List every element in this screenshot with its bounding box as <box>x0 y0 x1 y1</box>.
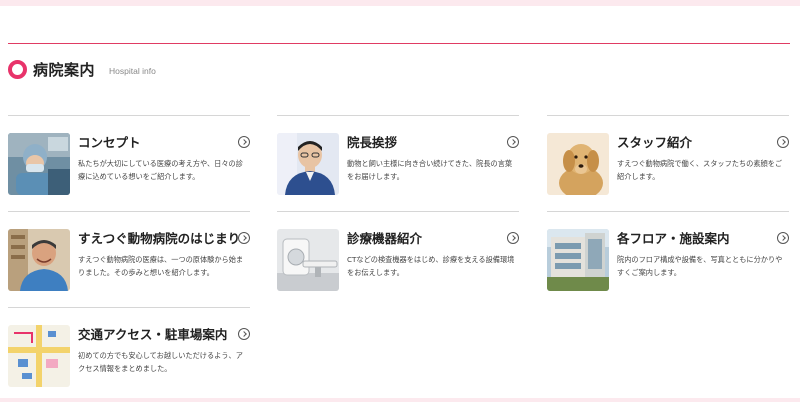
card-access[interactable]: 交通アクセス・駐車場案内 初めての方でも安心してお越しいただけるよう、アクセス情… <box>8 307 250 402</box>
card-title: コンセプト <box>78 135 141 150</box>
section-heading: 病院案内 Hospital info <box>8 58 156 80</box>
card-description: CTなどの検査機器をはじめ、診療を支える設備環境をお伝えします。 <box>347 255 515 277</box>
arrow-right-icon[interactable] <box>238 232 250 244</box>
dog-photo <box>547 133 609 195</box>
arrow-right-icon[interactable] <box>238 136 250 148</box>
card-title: 院長挨拶 <box>347 135 398 150</box>
building-photo <box>547 229 609 291</box>
top-band <box>0 0 800 6</box>
card-description: 私たちが大切にしている医療の考え方や、日々の診療に込めている想いをご紹介します。 <box>78 159 243 181</box>
card-staff[interactable]: スタッフ紹介 すえつぐ動物病院で働く、スタッフたちの素顔をご紹介します。 <box>547 115 789 210</box>
director-photo <box>277 133 339 195</box>
arrow-right-icon[interactable] <box>507 136 519 148</box>
card-facilities[interactable]: 各フロア・施設案内 院内のフロア構成や設備を、写真とともに分かりやすくご案内しま… <box>547 211 789 306</box>
card-title: すえつぐ動物病院のはじまり <box>78 231 241 246</box>
map-photo <box>8 325 70 387</box>
arrow-right-icon[interactable] <box>777 232 789 244</box>
card-description: すえつぐ動物病院の医療は、一つの原体験から始まりました。その歩みと想いを紹介しま… <box>78 255 244 277</box>
arrow-right-icon[interactable] <box>777 136 789 148</box>
ct-scanner-photo <box>277 229 339 291</box>
founder-photo <box>8 229 70 291</box>
card-history[interactable]: すえつぐ動物病院のはじまり すえつぐ動物病院の医療は、一つの原体験から始まりまし… <box>8 211 250 306</box>
card-title: 各フロア・施設案内 <box>617 231 730 246</box>
card-description: 初めての方でも安心してお越しいただけるよう、アクセス情報をまとめました。 <box>78 351 243 373</box>
arrow-right-icon[interactable] <box>238 328 250 340</box>
card-concept[interactable]: コンセプト 私たちが大切にしている医療の考え方や、日々の診療に込めている想いをご… <box>8 115 250 210</box>
surgery-photo <box>8 133 70 195</box>
bottom-band <box>0 398 800 402</box>
ring-icon <box>8 59 27 79</box>
card-title: 交通アクセス・駐車場案内 <box>78 327 228 342</box>
card-description: すえつぐ動物病院で働く、スタッフたちの素顔をご紹介します。 <box>617 159 783 181</box>
card-equipment[interactable]: 診療機器紹介 CTなどの検査機器をはじめ、診療を支える設備環境をお伝えします。 <box>277 211 519 306</box>
section-subtitle: Hospital info <box>109 66 156 76</box>
card-description: 動物と飼い主様に向き合い続けてきた、院長の言葉をお届けします。 <box>347 159 513 181</box>
card-description: 院内のフロア構成や設備を、写真とともに分かりやすくご案内します。 <box>617 255 783 277</box>
card-title: スタッフ紹介 <box>617 135 693 150</box>
section-title: 病院案内 <box>33 60 96 79</box>
arrow-right-icon[interactable] <box>507 232 519 244</box>
card-title: 診療機器紹介 <box>347 231 423 246</box>
section-divider <box>8 43 790 44</box>
card-director-greeting[interactable]: 院長挨拶 動物と飼い主様に向き合い続けてきた、院長の言葉をお届けします。 <box>277 115 519 210</box>
